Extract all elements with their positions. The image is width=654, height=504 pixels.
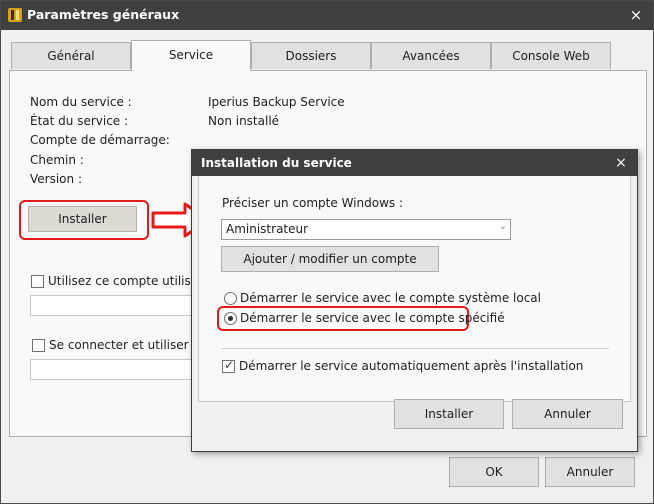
- radio-local-account[interactable]: [224, 292, 237, 305]
- dialog-close-icon[interactable]: ×: [610, 153, 632, 173]
- close-icon[interactable]: ×: [625, 5, 647, 25]
- install-service-dialog: Installation du service × Préciser un co…: [191, 149, 638, 452]
- account-prompt-label: Préciser un compte Windows :: [222, 196, 403, 210]
- app-logo-icon: [8, 8, 22, 22]
- chevron-down-icon: ⌄: [498, 221, 507, 232]
- dialog-divider: [221, 348, 609, 349]
- tab-dossiers[interactable]: Dossiers: [251, 42, 371, 69]
- tab-console-web[interactable]: Console Web: [491, 42, 611, 69]
- dialog-install-button[interactable]: Installer: [394, 399, 504, 429]
- use-account-input[interactable]: [30, 295, 192, 316]
- window-title: Paramètres généraux: [27, 7, 180, 22]
- path-label: Chemin :: [30, 153, 84, 167]
- dialog-title: Installation du service: [201, 156, 352, 170]
- add-account-button[interactable]: Ajouter / modifier un compte: [221, 246, 439, 272]
- install-button[interactable]: Installer: [28, 206, 137, 232]
- title-bar: Paramètres généraux ×: [1, 1, 653, 30]
- ok-button[interactable]: OK: [449, 457, 539, 487]
- dialog-cancel-button[interactable]: Annuler: [512, 399, 623, 429]
- service-state-label: État du service :: [30, 114, 129, 128]
- tab-service[interactable]: Service: [131, 40, 251, 71]
- radio-specified-account-label: Démarrer le service avec le compte spéci…: [240, 311, 505, 325]
- account-select-value: Aministrateur: [226, 222, 309, 236]
- radio-specified-account[interactable]: [224, 312, 237, 325]
- service-name-label: Nom du service :: [30, 95, 132, 109]
- auto-start-label: Démarrer le service automatiquement aprè…: [239, 359, 584, 373]
- radio-local-account-label: Démarrer le service avec le compte systè…: [240, 291, 541, 305]
- account-select[interactable]: Aministrateur ⌄: [221, 219, 511, 240]
- use-account-checkbox[interactable]: [31, 275, 44, 288]
- connect-input[interactable]: [30, 359, 192, 380]
- version-label: Version :: [30, 172, 82, 186]
- auto-start-checkbox[interactable]: [222, 358, 235, 373]
- service-name-value: Iperius Backup Service: [208, 95, 345, 109]
- startup-account-label: Compte de démarrage:: [30, 133, 170, 147]
- service-state-value: Non installé: [208, 114, 280, 128]
- tab-avancees[interactable]: Avancées: [371, 42, 491, 69]
- dialog-title-bar: Installation du service ×: [192, 150, 637, 176]
- tab-general[interactable]: Général: [11, 42, 131, 69]
- connect-checkbox[interactable]: [32, 339, 45, 352]
- cancel-button[interactable]: Annuler: [545, 457, 635, 487]
